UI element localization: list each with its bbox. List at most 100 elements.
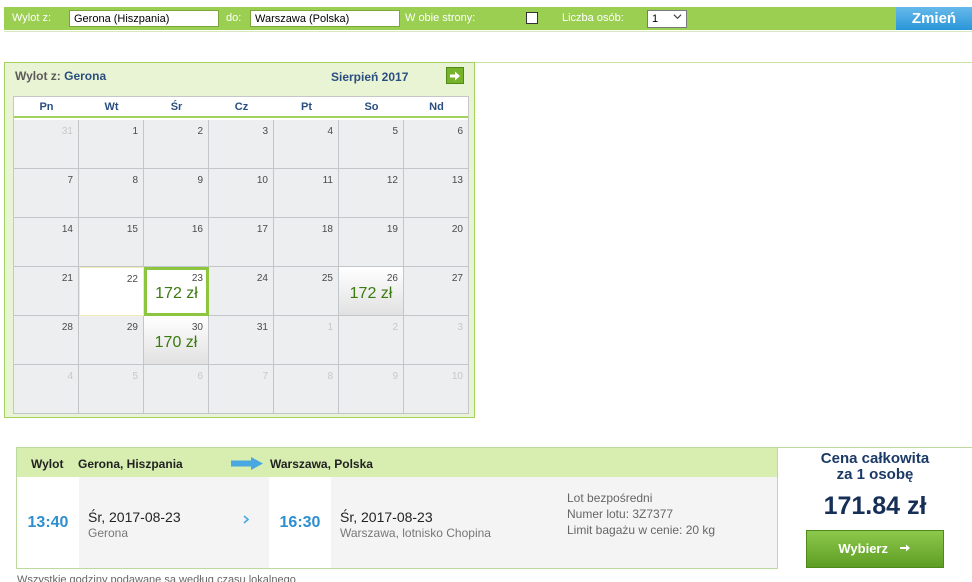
day-number: 3 (457, 322, 463, 333)
depart-time: 13:40 (27, 514, 69, 531)
day-number: 8 (132, 175, 138, 186)
calendar-day: 21 (14, 267, 79, 316)
calendar-day: 1 (79, 120, 144, 169)
to-label: do: (226, 12, 242, 24)
weekday-label: So (364, 101, 379, 113)
route-arrow-icon (231, 457, 263, 475)
price-title-line1: Cena całkowita (820, 450, 930, 467)
to-input[interactable]: Warszawa (Polska) (250, 10, 400, 27)
calendar-day: 27 (404, 267, 469, 316)
day-number: 15 (126, 224, 138, 235)
total-price: 171.84 zł (823, 492, 927, 520)
day-number: 2 (392, 322, 398, 333)
calendar-day: 10 (209, 169, 274, 218)
calendar-day: 5 (79, 365, 144, 414)
day-number: 27 (451, 273, 463, 284)
weekday-label: Śr (170, 101, 183, 113)
calendar-month: Sierpień 2017 (331, 70, 409, 84)
from-input[interactable]: Gerona (Hiszpania) (69, 10, 219, 27)
calendar-day: 2 (339, 316, 404, 365)
day-number: 6 (197, 371, 203, 382)
day-number: 2 (197, 126, 203, 137)
day-number: 22 (126, 274, 138, 285)
weekday-label: Cz (234, 101, 249, 113)
depart-time-box: 13:40 (17, 477, 79, 568)
flight-card: Wylot Gerona, Hiszpania Warszawa, Polska… (16, 447, 778, 569)
passengers-value: 1 (652, 13, 659, 25)
calendar-day: 1 (274, 316, 339, 365)
calendar-day[interactable]: 26 172 zł (339, 267, 404, 316)
from-label: Wylot z: (12, 12, 52, 24)
flight-number: Numer lotu: 3Z7377 (567, 507, 674, 521)
day-number: 21 (61, 273, 73, 284)
day-number: 11 (322, 175, 333, 186)
chevron-down-icon (673, 12, 682, 24)
calendar-day-selected[interactable]: 23 172 zł (144, 267, 209, 316)
calendar-origin: Wylot z: Gerona (15, 69, 106, 83)
calendar-day: 12 (339, 169, 404, 218)
day-number: 29 (126, 322, 138, 333)
calendar-day: 17 (209, 218, 274, 267)
divider (475, 62, 972, 63)
arrive-date: Śr, 2017-08-23 (340, 509, 433, 525)
search-bar: Wylot z: Gerona (Hiszpania) do: Warszawa… (4, 7, 972, 30)
flight-baggage: Limit bagażu w cenie: 20 kg (567, 523, 716, 537)
day-number: 14 (61, 224, 73, 235)
passengers-label: Liczba osób: (562, 12, 624, 24)
arrive-place: Warszawa, lotnisko Chopina (340, 526, 491, 540)
change-button[interactable]: Zmień (896, 7, 972, 30)
day-price: 172 zł (349, 285, 393, 302)
day-number: 30 (191, 322, 203, 333)
arrow-right-icon (450, 71, 460, 81)
day-number: 25 (321, 273, 333, 284)
day-number: 17 (256, 224, 268, 235)
calendar-day: 8 (79, 169, 144, 218)
calendar-origin-city: Gerona (64, 69, 107, 83)
calendar-day: 4 (274, 120, 339, 169)
weekday-label: Wt (104, 101, 119, 113)
calendar-day: 22 (79, 267, 144, 316)
day-number: 7 (262, 371, 268, 382)
day-number: 12 (386, 175, 398, 186)
day-number: 7 (67, 175, 73, 186)
calendar-day: 9 (144, 169, 209, 218)
select-button[interactable]: Wybierz (806, 530, 944, 568)
flight-direction-label: Wylot (31, 457, 64, 471)
calendar-day: 2 (144, 120, 209, 169)
calendar-origin-label: Wylot z: (15, 69, 61, 83)
calendar-day: 20 (404, 218, 469, 267)
day-number: 1 (132, 126, 138, 137)
calendar-day: 8 (274, 365, 339, 414)
calendar-day: 3 (404, 316, 469, 365)
divider (4, 31, 972, 32)
day-number: 8 (327, 371, 333, 382)
calendar-day: 25 (274, 267, 339, 316)
flight-details: 13:40 Śr, 2017-08-23 Gerona 16:30 Śr, 20… (17, 477, 777, 568)
day-number: 31 (61, 126, 73, 137)
day-price: 170 zł (154, 334, 198, 351)
day-number: 5 (392, 126, 398, 137)
calendar-day: 19 (339, 218, 404, 267)
arrow-right-icon (242, 513, 251, 527)
calendar-day[interactable]: 30 170 zł (144, 316, 209, 365)
calendar-day: 16 (144, 218, 209, 267)
day-number: 31 (256, 322, 268, 333)
roundtrip-checkbox[interactable] (526, 12, 538, 24)
day-number: 4 (67, 371, 73, 382)
calendar-day: 7 (14, 169, 79, 218)
next-month-button[interactable] (446, 67, 464, 84)
weekday-label: Nd (429, 101, 444, 113)
flight-direct-info: Lot bezpośredni (567, 491, 653, 505)
day-number: 3 (262, 126, 268, 137)
roundtrip-label: W obie strony: (405, 12, 476, 24)
calendar-day: 6 (144, 365, 209, 414)
timezone-note: Wszystkie godziny podawane są według cza… (17, 574, 296, 582)
day-number: 28 (61, 322, 73, 333)
passengers-select[interactable]: 1 (647, 10, 687, 28)
calendar-day: 13 (404, 169, 469, 218)
calendar-day: 3 (209, 120, 274, 169)
price-title: Cena całkowita za 1 osobę (778, 451, 972, 483)
day-number: 16 (191, 224, 203, 235)
day-number: 1 (327, 322, 333, 333)
day-number: 23 (191, 273, 203, 284)
